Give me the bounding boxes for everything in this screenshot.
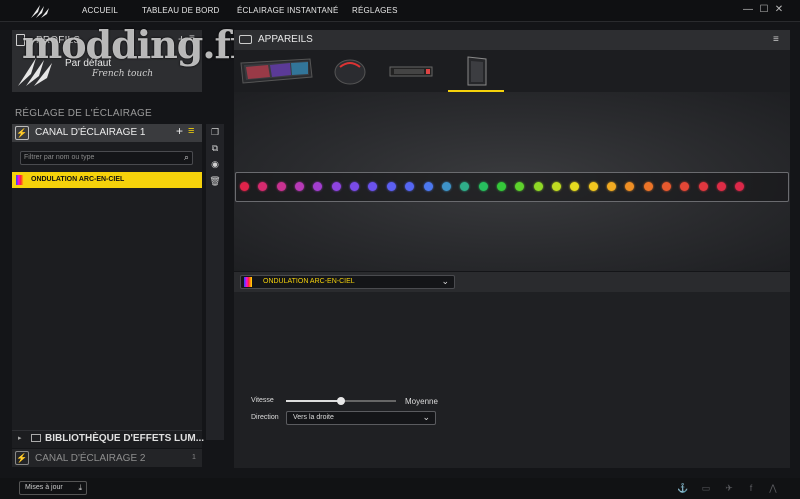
led-21 xyxy=(607,182,616,191)
search-icon: ⌕ xyxy=(183,152,189,162)
nav-home[interactable]: ACCUEIL xyxy=(82,6,118,15)
nav-dashboard[interactable]: TABLEAU DE BORD xyxy=(142,6,220,15)
led-6 xyxy=(331,182,341,191)
updates-button[interactable]: Mises à jour ⤓ xyxy=(19,481,87,495)
effect-item-label: ONDULATION ARC-EN-CIEL xyxy=(31,176,125,183)
filter-placeholder: Filtrer par nom ou type xyxy=(24,154,95,161)
led-4 xyxy=(295,182,305,191)
top-navigation-bar xyxy=(0,0,800,22)
lightning-icon: ⚡ xyxy=(15,451,29,465)
keyboard-small-icon xyxy=(239,35,252,44)
speed-slider-thumb[interactable] xyxy=(337,397,345,405)
updates-label: Mises à jour xyxy=(25,484,63,491)
effect-menu-icon[interactable]: ≡ xyxy=(188,125,194,137)
copy-icon[interactable]: ❐ xyxy=(209,126,221,138)
led-20 xyxy=(588,182,598,191)
effects-library-label: BIBLIOTHÈQUE D'EFFETS LUM... xyxy=(45,433,205,444)
led-3 xyxy=(276,182,286,191)
led-11 xyxy=(423,182,433,191)
lighting-channel-2-label: CANAL D'ÉCLAIRAGE 2 xyxy=(35,453,146,464)
speed-value: Moyenne xyxy=(405,397,438,406)
nav-instant-lighting[interactable]: ÉCLAIRAGE INSTANTANÉ xyxy=(237,6,339,15)
rainbow-swatch-icon xyxy=(244,277,252,287)
twitter-icon[interactable]: ✈ xyxy=(723,483,735,495)
direction-dropdown[interactable]: Vers la droite ⌄ xyxy=(286,411,436,425)
effect-dropdown[interactable]: ONDULATION ARC-EN-CIEL ⌄ xyxy=(240,275,455,289)
lighting-channel-1-label: CANAL D'ÉCLAIRAGE 1 xyxy=(35,127,146,138)
led-23 xyxy=(643,182,653,191)
filter-input[interactable]: Filtrer par nom ou type ⌕ xyxy=(20,151,193,165)
speed-label: Vitesse xyxy=(251,397,274,404)
lighting-section-title: RÉGLAGE DE L'ÉCLAIRAGE xyxy=(15,108,152,119)
devices-strip xyxy=(234,50,790,92)
minimize-button[interactable]: — xyxy=(742,4,754,16)
profile-signature: French touch xyxy=(92,69,154,79)
delete-icon[interactable]: 🗑 xyxy=(209,175,221,187)
folder-icon xyxy=(31,434,41,442)
devices-header xyxy=(234,30,790,50)
close-button[interactable]: ✕ xyxy=(773,4,785,16)
devices-title: APPAREILS xyxy=(258,34,313,45)
chevron-down-icon: ⌄ xyxy=(441,276,449,286)
led-26 xyxy=(698,182,708,191)
facebook-icon[interactable]: f xyxy=(745,483,757,495)
led-24 xyxy=(662,182,672,191)
corsair-icon[interactable]: ⚓ xyxy=(677,483,689,495)
led-12 xyxy=(441,182,451,191)
nav-settings[interactable]: RÉGLAGES xyxy=(352,6,398,15)
corsair-logo-icon[interactable] xyxy=(30,3,52,19)
led-15 xyxy=(496,182,506,191)
duplicate-icon[interactable]: ⧉ xyxy=(209,142,221,154)
direction-label: Direction xyxy=(251,414,279,421)
effect-settings-panel xyxy=(234,292,790,468)
led-17 xyxy=(533,182,543,191)
expand-arrow-icon: ▸ xyxy=(18,435,22,442)
memory-device[interactable] xyxy=(388,55,434,87)
lightning-icon: ⚡ xyxy=(15,126,29,140)
visibility-icon[interactable]: ◉ xyxy=(209,158,221,170)
led-9 xyxy=(386,182,396,191)
mouse-device[interactable] xyxy=(330,55,370,87)
led-1 xyxy=(240,182,249,191)
maximize-button[interactable]: ☐ xyxy=(758,4,770,16)
led-18 xyxy=(551,182,561,191)
channel-2-count: 1 xyxy=(192,454,196,461)
direction-value: Vers la droite xyxy=(293,414,334,421)
led-14 xyxy=(478,182,488,191)
keyboard-device[interactable] xyxy=(238,55,314,87)
download-icon: ⤓ xyxy=(78,483,82,492)
chat-icon[interactable]: ▭ xyxy=(700,483,712,495)
speed-slider-fill xyxy=(286,400,341,402)
chevron-down-icon: ⌄ xyxy=(422,412,430,422)
devices-menu-icon[interactable]: ≡ xyxy=(773,34,779,45)
watermark-text: modding.fr xyxy=(22,22,250,67)
effect-toolbar xyxy=(206,124,224,440)
corsair-logo-icon[interactable]: ⋀ xyxy=(767,483,779,495)
rainbow-swatch-icon xyxy=(16,175,24,185)
add-effect-icon[interactable]: + xyxy=(176,124,183,138)
case-device[interactable] xyxy=(462,55,492,87)
effect-dropdown-value: ONDULATION ARC-EN-CIEL xyxy=(263,278,355,285)
